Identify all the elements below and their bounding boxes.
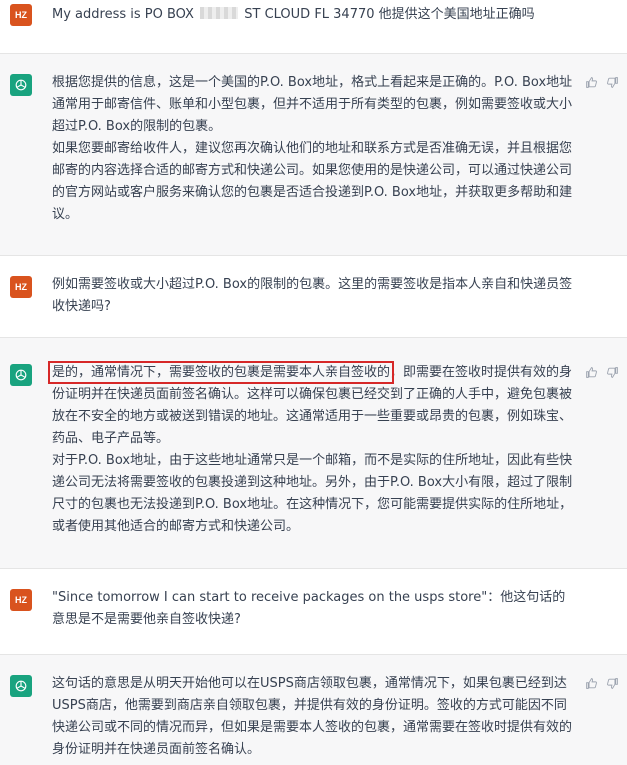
thumbs-up-icon[interactable] xyxy=(585,76,598,89)
feedback-buttons xyxy=(585,366,619,379)
user-avatar: HZ xyxy=(10,4,32,26)
chatgpt-logo-icon xyxy=(10,675,32,697)
thumbs-down-icon[interactable] xyxy=(606,677,619,690)
feedback-buttons xyxy=(585,677,619,690)
user-message-text: 例如需要签收或大小超过P.O. Box的限制的包裹。这里的需要签收是指本人亲自和… xyxy=(52,277,573,314)
highlighted-text: 是的，通常情况下，需要签收的包裹是需要本人亲自签收的 xyxy=(47,361,395,384)
user-avatar: HZ xyxy=(10,276,32,298)
thumbs-up-icon[interactable] xyxy=(585,366,598,379)
assistant-message-1: 根据您提供的信息，这是一个美国的P.O. Box地址，格式上看起来是正确的。P.… xyxy=(0,54,627,255)
user-message-1: HZ My address is PO BOX ST CLOUD FL 3477… xyxy=(0,0,627,53)
chatgpt-logo-icon xyxy=(10,364,32,386)
assistant-message-2: 是的，通常情况下，需要签收的包裹是需要本人亲自签收的，即需要在签收时提供有效的身… xyxy=(0,338,627,568)
user-message-3: HZ "Since tomorrow I can start to receiv… xyxy=(0,569,627,654)
redacted-block xyxy=(200,7,239,19)
feedback-buttons xyxy=(585,76,619,89)
assistant-message-text: 是的，通常情况下，需要签收的包裹是需要本人亲自签收的，即需要在签收时提供有效的身… xyxy=(47,361,573,534)
user-message-2: HZ 例如需要签收或大小超过P.O. Box的限制的包裹。这里的需要签收是指本人… xyxy=(0,256,627,337)
thumbs-down-icon[interactable] xyxy=(606,76,619,89)
user-avatar: HZ xyxy=(10,589,32,611)
chatgpt-logo-icon xyxy=(10,74,32,96)
assistant-message-text: 根据您提供的信息，这是一个美国的P.O. Box地址，格式上看起来是正确的。P.… xyxy=(52,75,573,222)
assistant-message-3: 这句话的意思是从明天开始他可以在USPS商店领取包裹，通常情况下，如果包裹已经到… xyxy=(0,655,627,765)
thumbs-up-icon[interactable] xyxy=(585,677,598,690)
user-message-text: My address is PO BOX ST CLOUD FL 34770 他… xyxy=(52,7,535,22)
user-message-text: "Since tomorrow I can start to receive p… xyxy=(52,590,566,627)
assistant-message-text: 这句话的意思是从明天开始他可以在USPS商店领取包裹，通常情况下，如果包裹已经到… xyxy=(52,676,573,757)
thumbs-down-icon[interactable] xyxy=(606,366,619,379)
